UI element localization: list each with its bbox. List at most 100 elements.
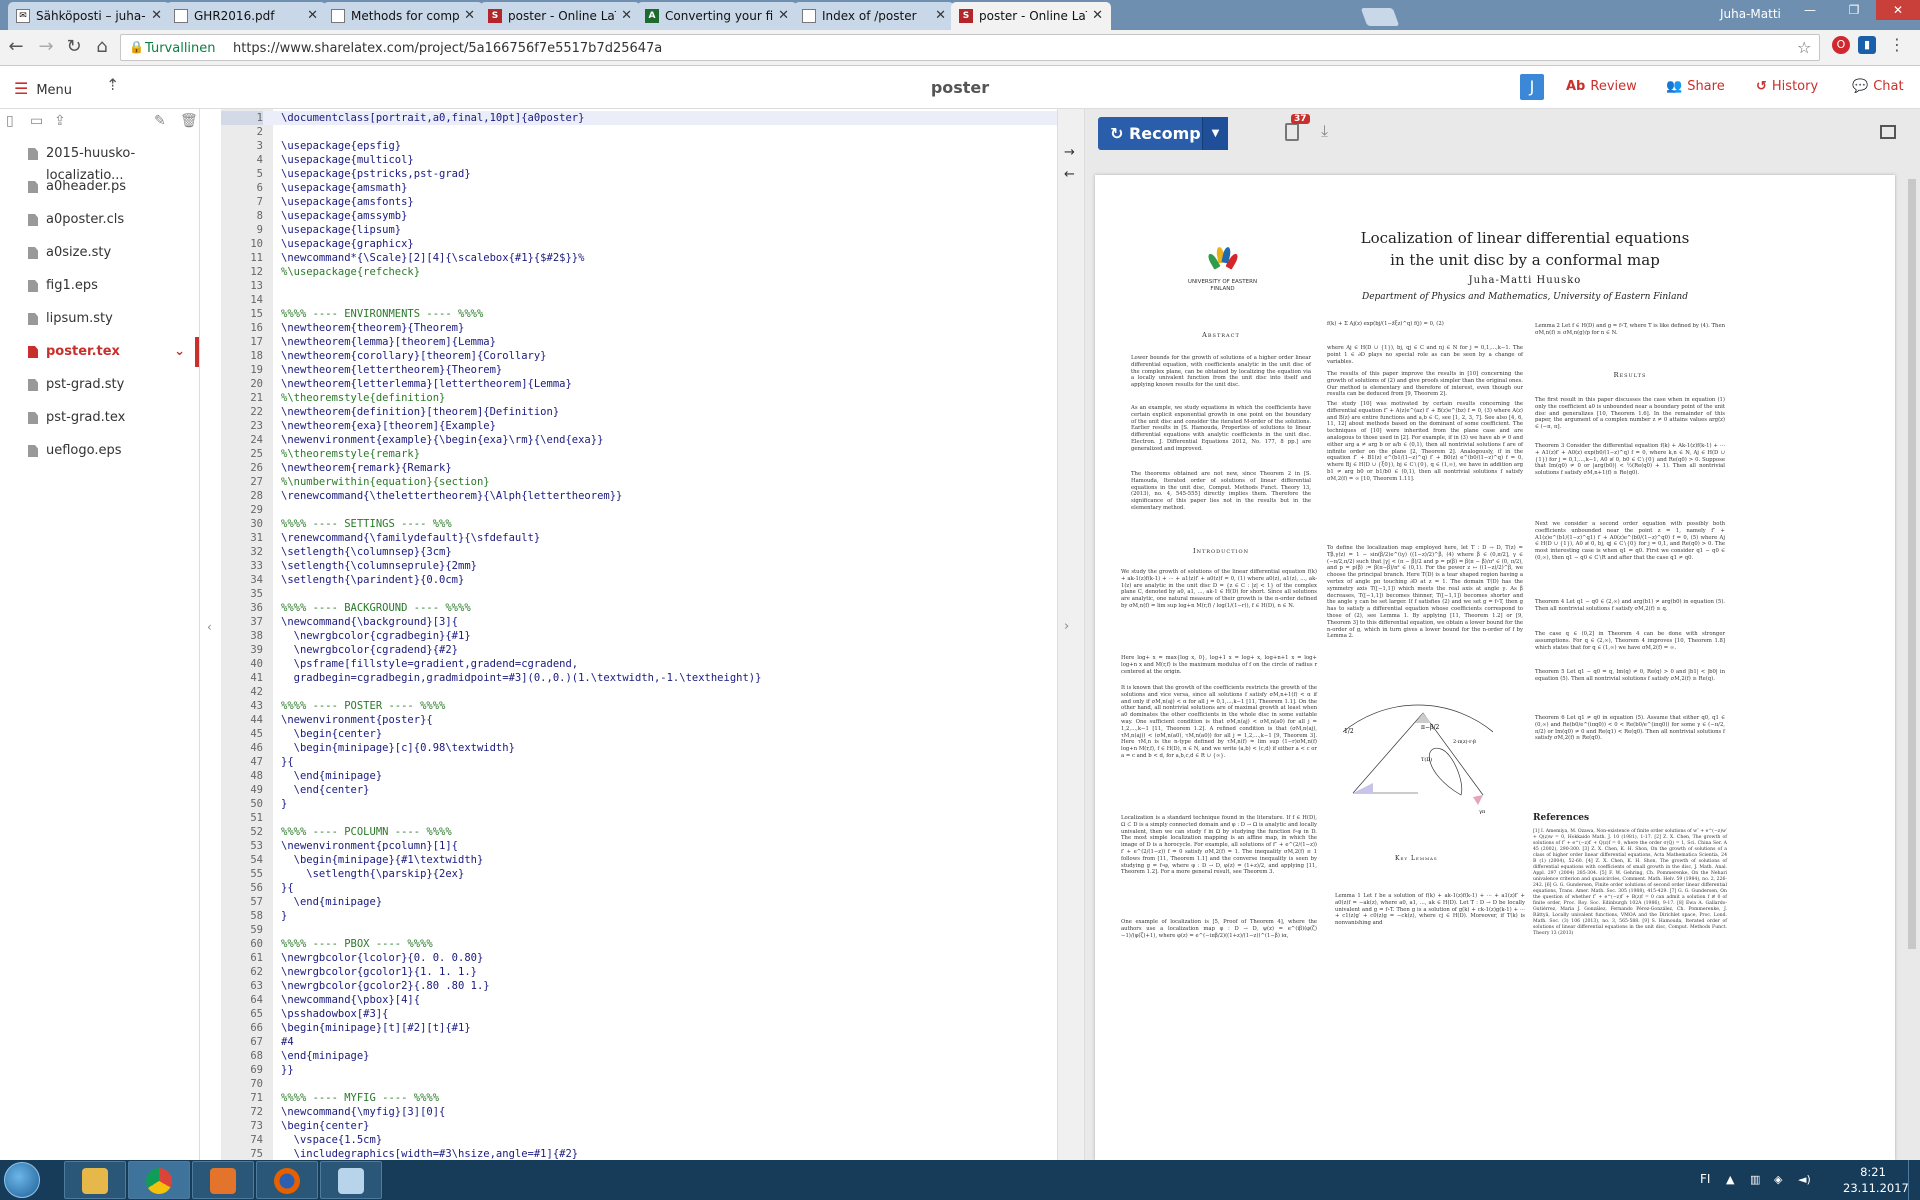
tab-close-icon[interactable]: ✕ [307, 8, 318, 23]
code-line[interactable]: 26 \newtheorem{remark}{Remark} [221, 461, 1057, 475]
url-text[interactable]: https://www.sharelatex.com/project/5a166… [233, 41, 662, 56]
code-line[interactable]: 14 [221, 293, 1057, 307]
minimize-window-icon[interactable]: — [1788, 0, 1832, 20]
code-line[interactable]: 61 \newrgbcolor{lcolor}{0. 0. 0.80} [221, 951, 1057, 965]
clock[interactable]: 8:21 23.11.2017 [1843, 1164, 1909, 1196]
code-line[interactable]: 19 \newtheorem{lettertheorem}{Theorem} [221, 363, 1057, 377]
code-line[interactable]: 58} [221, 909, 1057, 923]
tab-close-icon[interactable]: ✕ [621, 8, 632, 23]
code-line[interactable]: 4 \usepackage{multicol} [221, 153, 1057, 167]
code-line[interactable]: 57 \end{minipage} [221, 895, 1057, 909]
review-button[interactable]: Ab Review [1566, 79, 1637, 94]
pdf-scrollbar[interactable] [1908, 179, 1916, 949]
code-line[interactable]: 54 \begin{minipage}{#1\textwidth} [221, 853, 1057, 867]
code-line[interactable]: 65 \psshadowbox[#3]{ [221, 1007, 1057, 1021]
code-line[interactable]: 51 [221, 811, 1057, 825]
code-line[interactable]: 42 [221, 685, 1057, 699]
code-line[interactable]: 63 \newrgbcolor{gcolor2}{.80 .80 1.} [221, 979, 1057, 993]
code-line[interactable]: 41 gradbegin=cgradbegin,gradmidpoint=#3]… [221, 671, 1057, 685]
code-line[interactable]: 8 \usepackage{amssymb} [221, 209, 1057, 223]
delete-trash-icon[interactable]: 🗑 [180, 113, 198, 129]
tab-close-icon[interactable]: ✕ [778, 8, 789, 23]
code-line[interactable]: 24 \newenvironment{example}{\begin{exa}\r… [221, 433, 1057, 447]
code-line[interactable]: 44 \newenvironment{poster}{ [221, 713, 1057, 727]
tab-close-icon[interactable]: ✕ [464, 8, 475, 23]
recompile-options-chevron-icon[interactable]: ▼ [1202, 117, 1228, 150]
browser-tab-converting[interactable]: A Converting your file ✕ [637, 2, 797, 30]
taskbar-media-player[interactable] [192, 1161, 254, 1199]
tab-close-icon[interactable]: ✕ [1092, 8, 1103, 23]
browser-tab-mail[interactable]: ✉ Sähköposti – juha-matti ✕ [8, 2, 170, 30]
code-line[interactable]: 9 \usepackage{lipsum} [221, 223, 1057, 237]
new-folder-icon[interactable]: ▭ [30, 113, 43, 129]
code-line[interactable]: 56}{ [221, 881, 1057, 895]
code-line[interactable]: 68 \end{minipage} [221, 1049, 1057, 1063]
code-line[interactable]: 7 \usepackage{amsfonts} [221, 195, 1057, 209]
code-line[interactable]: 29 [221, 503, 1057, 517]
code-line[interactable]: 47}{ [221, 755, 1057, 769]
code-line[interactable]: 45 \begin{center} [221, 727, 1057, 741]
file-item[interactable]: a0poster.cls [0, 209, 199, 242]
taskbar-app[interactable] [320, 1161, 382, 1199]
back-arrow-icon[interactable]: ← [4, 36, 28, 57]
pane-splitter[interactable]: → ← › [1057, 109, 1085, 1160]
reload-icon[interactable]: ↻ [62, 36, 86, 57]
code-line[interactable]: 55 \setlength{\parskip}{2ex} [221, 867, 1057, 881]
opera-extension-icon[interactable]: O [1832, 36, 1850, 54]
file-item[interactable]: pst-grad.tex [0, 407, 199, 440]
code-line[interactable]: 49 \end{center} [221, 783, 1057, 797]
bookmark-star-icon[interactable]: ☆ [1797, 38, 1811, 57]
code-line[interactable]: 16 \newtheorem{theorem}{Theorem} [221, 321, 1057, 335]
avatar[interactable]: J [1520, 74, 1544, 100]
code-line[interactable]: 27 %\numberwithin{equation}{section} [221, 475, 1057, 489]
sync-to-pdf-arrow-icon[interactable]: → [1064, 145, 1075, 160]
code-line[interactable]: 36 %%%% ---- BACKGROUND ---- %%%% [221, 601, 1057, 615]
code-line[interactable]: 32 \setlength{\columnsep}{3cm} [221, 545, 1057, 559]
code-line[interactable]: 52 %%%% ---- PCOLUMN ---- %%%% [221, 825, 1057, 839]
shield-icon[interactable]: ◈ [1774, 1173, 1782, 1186]
browser-tab-index-poster[interactable]: Index of /poster ✕ [794, 2, 954, 30]
show-desktop-button[interactable] [1908, 1160, 1920, 1200]
file-item[interactable]: lipsum.sty [0, 308, 199, 341]
url-input[interactable]: 🔒 Turvallinen https://www.sharelatex.com… [120, 34, 1820, 61]
tab-close-icon[interactable]: ✕ [935, 8, 946, 23]
code-line[interactable]: 37 \newcommand{\background}[3]{ [221, 615, 1057, 629]
share-button[interactable]: 👥 Share [1666, 79, 1725, 94]
file-item[interactable]: a0size.sty [0, 242, 199, 275]
file-item[interactable]: 2015-huusko-localizatio... [0, 143, 199, 183]
browser-menu-icon[interactable]: ⋮ [1888, 36, 1906, 54]
code-line[interactable]: 70 [221, 1077, 1057, 1091]
code-line[interactable]: 22 \newtheorem{definition}[theorem]{Defin… [221, 405, 1057, 419]
code-line[interactable]: 21 %\theoremstyle{definition} [221, 391, 1057, 405]
code-line[interactable]: 1 \documentclass[portrait,a0,final,10pt]{… [221, 111, 1057, 125]
code-line[interactable]: 12 %\usepackage{refcheck} [221, 265, 1057, 279]
code-line[interactable]: 28 \renewcommand{\thelettertheorem}{\Alph… [221, 489, 1057, 503]
fullscreen-icon[interactable] [1880, 125, 1896, 139]
chat-button[interactable]: 💬 Chat [1852, 79, 1904, 94]
code-line[interactable]: 73 \begin{center} [221, 1119, 1057, 1133]
file-item[interactable]: fig1.eps [0, 275, 199, 308]
code-line[interactable]: 75 \includegraphics[width=#3\hsize,angle… [221, 1147, 1057, 1160]
code-line[interactable]: 59 [221, 923, 1057, 937]
close-window-icon[interactable]: ✕ [1876, 0, 1920, 20]
logs-icon[interactable] [1285, 123, 1299, 141]
language-indicator[interactable]: FI [1700, 1172, 1710, 1186]
new-tab-button[interactable] [1360, 8, 1400, 26]
code-line[interactable]: 18 \newtheorem{corollary}[theorem]{Coroll… [221, 349, 1057, 363]
code-line[interactable]: 13 [221, 279, 1057, 293]
up-arrow-icon[interactable]: ⇡ [106, 75, 119, 94]
show-hidden-icons-icon[interactable]: ▲ [1726, 1173, 1734, 1186]
sync-to-code-arrow-icon[interactable]: ← [1064, 167, 1075, 182]
code-line[interactable]: 50} [221, 797, 1057, 811]
collapse-right-icon[interactable]: › [1064, 619, 1069, 634]
browser-tab-ghr2016[interactable]: GHR2016.pdf ✕ [166, 2, 326, 30]
history-button[interactable]: ↺ History [1756, 79, 1818, 94]
restore-window-icon[interactable]: ❐ [1832, 0, 1876, 20]
tab-close-icon[interactable]: ✕ [151, 8, 162, 23]
code-line[interactable]: 17 \newtheorem{lemma}[theorem]{Lemma} [221, 335, 1057, 349]
code-editor[interactable]: 1 \documentclass[portrait,a0,final,10pt]{… [221, 109, 1057, 1160]
recompile-button[interactable]: ↻ Recompile ▼ [1098, 117, 1228, 150]
code-line[interactable]: 46 \begin{minipage}[c]{0.98\textwidth} [221, 741, 1057, 755]
browser-tab-sharelatex-active[interactable]: S poster - Online LaTeX Ed ✕ [951, 2, 1111, 30]
code-line[interactable]: 40 \psframe[fillstyle=gradient,gradend=c… [221, 657, 1057, 671]
